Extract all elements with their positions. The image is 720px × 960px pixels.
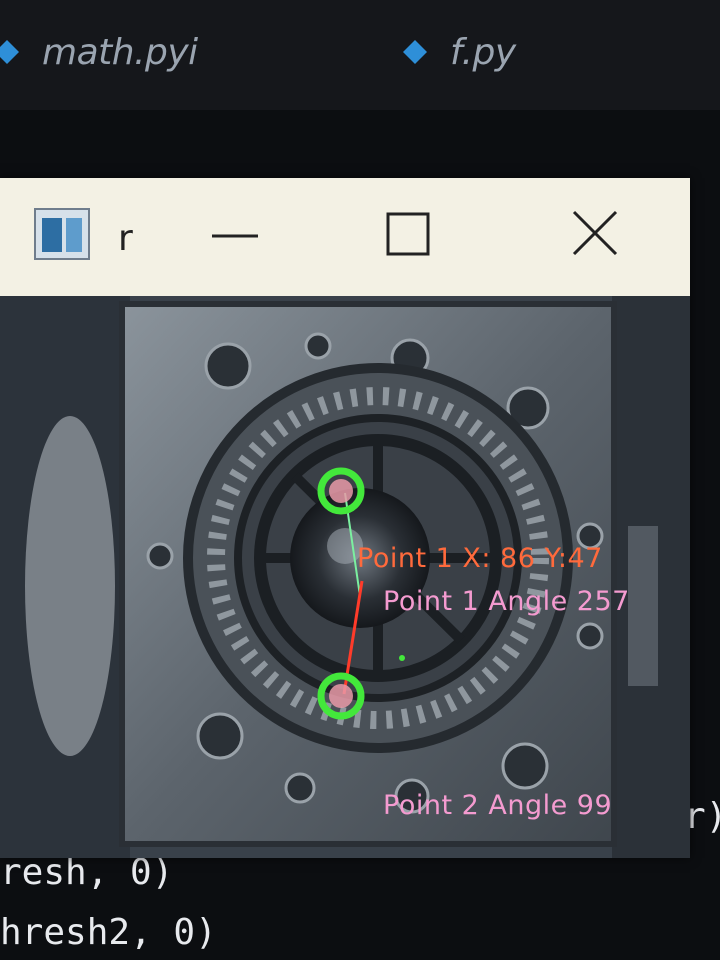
point-1-angle-label: Point 1 Angle 257 [383,586,630,617]
camera-image-view: Point 1 X: 86 Y:47 Point 1 Angle 257 Poi… [0,296,690,858]
image-window: r Point 1 X: 86 Y:47 Point 1 Angle 257 P… [0,178,690,858]
point-2-angle-label: Point 2 Angle 99 [383,790,613,821]
minimize-icon[interactable] [200,198,270,268]
python-file-icon [0,40,19,64]
app-window-icon [34,208,90,260]
close-icon[interactable] [560,198,630,268]
window-title: r [118,218,133,259]
tab-label: math.pyi [42,31,198,73]
point-1-coordinates-label: Point 1 X: 86 Y:47 [357,543,603,574]
camera-frame-image [0,296,690,858]
maximize-icon[interactable] [372,198,442,268]
python-file-icon [403,40,427,64]
tab-label: f.py [450,31,516,73]
code-line: hresh2, 0) [0,912,217,953]
tab-f-py[interactable]: f.py [402,22,516,82]
window-titlebar[interactable]: r [0,178,690,296]
code-line: resh, 0) [0,852,174,893]
tab-math-pyi[interactable]: math.pyi [0,22,198,82]
editor-tab-bar: math.pyi f.py [0,0,720,110]
